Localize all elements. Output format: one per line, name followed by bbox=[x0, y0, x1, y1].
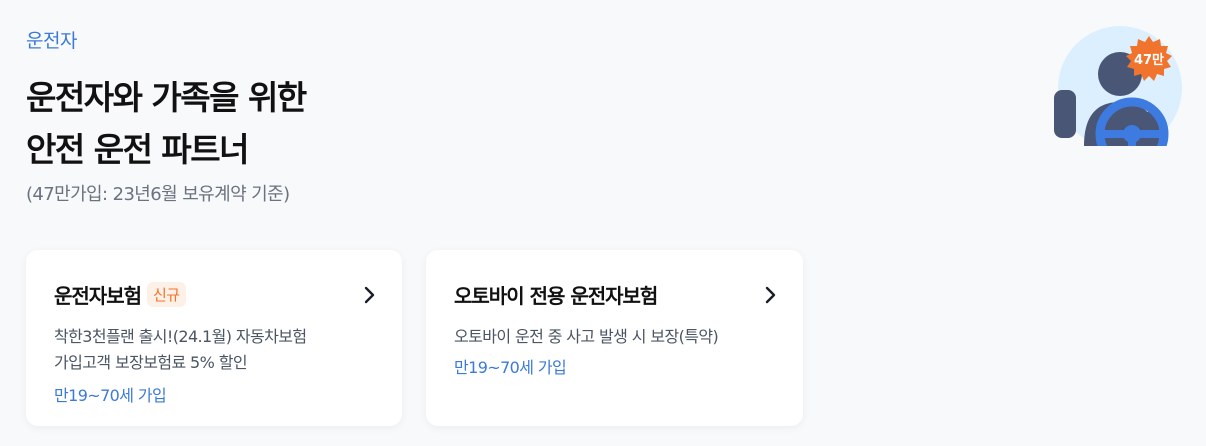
page-title-line-2: 안전 운전 파트너 bbox=[26, 130, 249, 169]
subscriber-note: (47만가입: 23년6월 보유계약 기준) bbox=[26, 184, 290, 205]
page-title: 운전자와 가족을 위한 안전 운전 파트너 bbox=[26, 72, 307, 176]
seat-back bbox=[1054, 90, 1076, 138]
chevron-right-icon[interactable] bbox=[358, 284, 380, 306]
card-title: 오토바이 전용 운전자보험 bbox=[454, 283, 658, 308]
card-description-line-2: 가입고객 보장보험료 5% 할인 bbox=[54, 353, 248, 372]
subscriber-count-badge-text: 47만 bbox=[1134, 52, 1164, 68]
motorcycle-driver-insurance-card[interactable]: 오토바이 전용 운전자보험 오토바이 운전 중 사고 발생 시 보장(특약) 만… bbox=[426, 250, 803, 426]
driver-illustration: 47만 bbox=[1050, 26, 1186, 150]
age-eligibility: 만19~70세 가입 bbox=[54, 386, 167, 405]
card-description: 오토바이 운전 중 사고 발생 시 보장(특약) bbox=[454, 324, 775, 350]
card-description-line-1: 착한3천플랜 출시!(24.1월) 자동차보험 bbox=[54, 327, 307, 346]
new-badge: 신규 bbox=[147, 281, 186, 307]
card-title: 운전자보험 bbox=[54, 283, 142, 308]
chevron-right-icon[interactable] bbox=[759, 284, 781, 306]
driver-insurance-card[interactable]: 운전자보험 신규 착한3천플랜 출시!(24.1월) 자동차보험 가입고객 보장… bbox=[26, 250, 402, 426]
category-label: 운전자 bbox=[26, 30, 77, 52]
page-title-line-1: 운전자와 가족을 위한 bbox=[26, 78, 307, 117]
card-description-line-1: 오토바이 운전 중 사고 발생 시 보장(특약) bbox=[454, 327, 719, 346]
card-description: 착한3천플랜 출시!(24.1월) 자동차보험 가입고객 보장보험료 5% 할인 bbox=[54, 324, 374, 376]
age-eligibility: 만19~70세 가입 bbox=[454, 358, 567, 377]
